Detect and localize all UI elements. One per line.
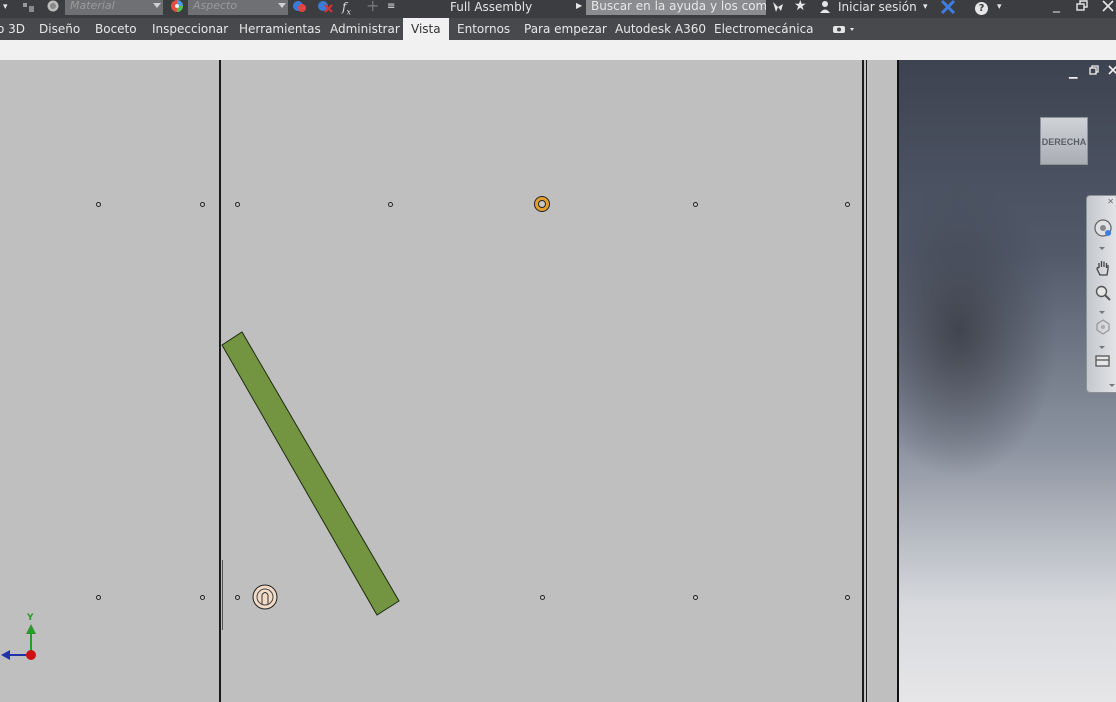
look-at-icon[interactable] — [1093, 354, 1113, 374]
help-glyph: ? — [975, 2, 988, 15]
coordinate-triad — [1, 624, 36, 660]
axis-y-label: Y — [27, 613, 34, 623]
fx-parameters-icon[interactable]: fx — [342, 0, 351, 18]
tab-para-empezar[interactable]: Para empezar — [524, 18, 607, 40]
steering-wheel-icon[interactable] — [1093, 218, 1113, 238]
plus-icon[interactable]: + — [366, 0, 379, 18]
secondary-viewport[interactable]: ▁ DERECHA ✕ — [897, 60, 1116, 702]
tab-administrar[interactable]: Administrar — [330, 18, 400, 40]
material-combo[interactable]: Material — [65, 0, 163, 15]
green-link-bar[interactable] — [221, 331, 400, 616]
restore-icon[interactable] — [1076, 0, 1088, 18]
minimize-icon[interactable]: _ — [1053, 0, 1060, 18]
chevron-down-icon — [153, 3, 161, 8]
tab-boceto[interactable]: Boceto — [95, 18, 137, 40]
ribbon-panel-strip — [0, 40, 1116, 60]
customize-dropdown-icon[interactable]: ≡ — [387, 0, 395, 18]
appearance-icon[interactable] — [169, 0, 185, 18]
chevron-down-icon[interactable] — [1099, 311, 1105, 314]
chevron-down-icon[interactable] — [1099, 346, 1105, 349]
signin-dropdown-icon[interactable]: ▾ — [923, 0, 928, 18]
tab-entornos[interactable]: Entornos — [457, 18, 510, 40]
tab-vista[interactable]: Vista — [403, 18, 449, 40]
pan-hand-icon[interactable] — [1093, 259, 1113, 279]
tab-electromecanica[interactable]: Electromecánica — [714, 18, 814, 40]
select-tool-icon[interactable] — [22, 0, 38, 18]
help-dropdown-icon[interactable]: ▾ — [997, 0, 1002, 18]
viewport-minimize-icon[interactable]: ▁ — [1069, 66, 1077, 79]
viewcube[interactable]: DERECHA — [1040, 117, 1088, 165]
appearance-combo[interactable]: Aspecto — [188, 0, 288, 15]
viewport-restore-icon[interactable] — [1089, 65, 1099, 78]
tab-diseno[interactable]: Diseño — [39, 18, 80, 40]
tab-3d-model[interactable]: o 3D — [0, 18, 25, 40]
color-override-icon[interactable] — [292, 0, 308, 18]
graphics-viewport[interactable]: Y — [0, 60, 897, 702]
help-search-input[interactable]: Buscar en la ayuda y los comanc — [586, 0, 766, 15]
appearance-placeholder: Aspecto — [193, 0, 238, 12]
search-arrow-icon[interactable]: ▶ — [576, 0, 582, 18]
chevron-down-icon[interactable] — [1099, 247, 1105, 250]
globe-icon[interactable] — [45, 0, 61, 18]
viewcube-face-label: DERECHA — [1041, 137, 1087, 147]
help-search-placeholder: Buscar en la ayuda y los comanc — [591, 0, 766, 13]
signin-link[interactable]: Iniciar sesión — [838, 0, 917, 18]
tab-inspeccionar[interactable]: Inspeccionar — [152, 18, 228, 40]
model-geometry — [1, 196, 550, 660]
clear-override-icon[interactable] — [316, 0, 334, 18]
ribbon-tab-bar: o 3D Diseño Boceto Inspeccionar Herramie… — [0, 18, 1116, 40]
close-icon[interactable] — [1102, 0, 1114, 18]
customize-navbar-icon[interactable] — [1109, 384, 1115, 387]
tab-autodesk-a360[interactable]: Autodesk A360 — [615, 18, 706, 40]
quick-access-toolbar: ▾ Material Aspecto fx + ≡ Full Assembly … — [0, 0, 1116, 18]
user-icon — [819, 0, 831, 18]
material-placeholder: Material — [70, 0, 115, 12]
ribbon-display-toggle[interactable] — [832, 18, 856, 40]
help-icon[interactable]: ? — [975, 0, 988, 18]
orbit-icon[interactable] — [1093, 318, 1113, 338]
qa-dropdown-icon[interactable]: ▾ — [3, 0, 8, 18]
zoom-icon[interactable] — [1093, 284, 1113, 304]
binoculars-icon[interactable] — [771, 0, 785, 18]
fx-sub: x — [346, 7, 351, 17]
navigation-bar: ✕ — [1086, 195, 1116, 393]
viewport-close-icon[interactable] — [1108, 65, 1116, 78]
tab-herramientas[interactable]: Herramientas — [239, 18, 321, 40]
navbar-close-icon[interactable]: ✕ — [1107, 197, 1114, 206]
pivot-marker[interactable] — [534, 196, 550, 212]
document-title: Full Assembly — [450, 0, 533, 14]
autodesk-exchange-icon[interactable] — [940, 0, 956, 18]
favorites-star-icon[interactable]: ★ — [794, 0, 807, 18]
pin-joint-symbol[interactable] — [252, 584, 278, 610]
chevron-down-icon — [278, 3, 286, 8]
